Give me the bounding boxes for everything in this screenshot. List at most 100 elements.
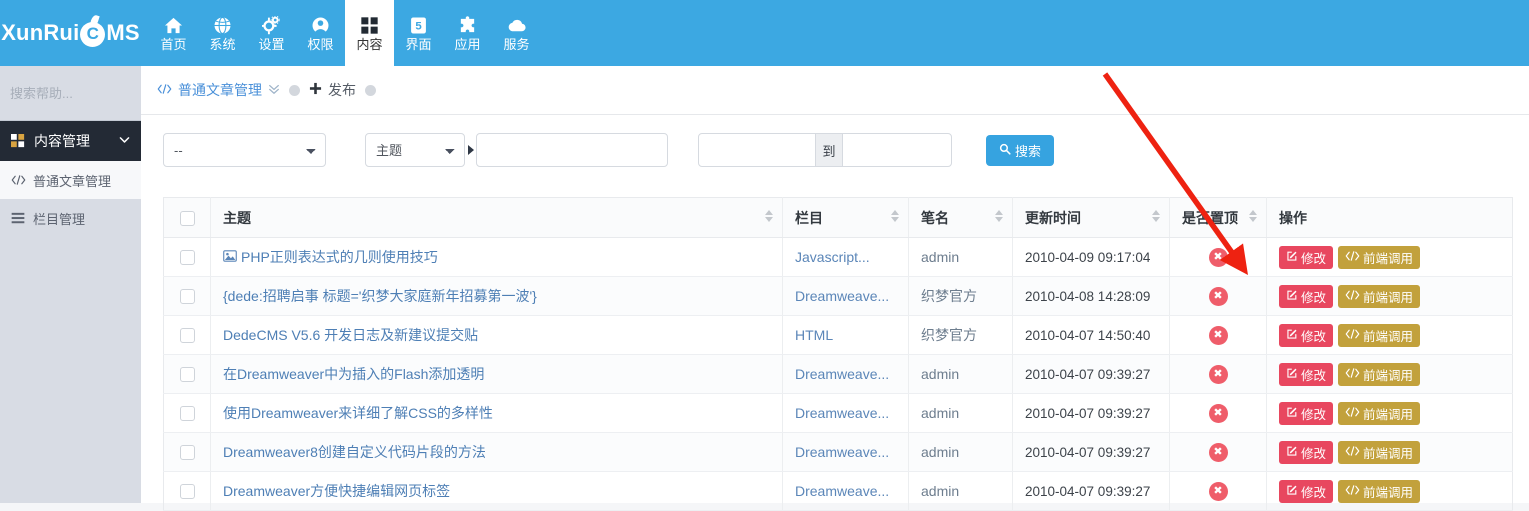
row-checkbox[interactable]	[179, 328, 195, 344]
article-title-link[interactable]: 在Dreamweaver中为插入的Flash添加透明	[223, 366, 484, 382]
front-call-button[interactable]: 前端调用	[1338, 245, 1421, 269]
front-call-button[interactable]: 前端调用	[1338, 323, 1421, 347]
row-checkbox[interactable]	[179, 406, 195, 422]
table-header-label: 是否置顶	[1182, 209, 1238, 226]
sort-icon[interactable]	[891, 210, 899, 222]
table-header-笔名[interactable]: 笔名	[908, 197, 1013, 238]
logo-text-post: MS	[106, 20, 140, 45]
article-title-link[interactable]: DedeCMS V5.6 开发日志及新建议提交贴	[223, 327, 478, 343]
nav-item-应用[interactable]: 应用	[443, 0, 492, 66]
table-header-栏目[interactable]: 栏目	[782, 197, 909, 238]
circle-x-icon[interactable]: ✖	[1208, 365, 1228, 384]
puzzle-icon	[458, 15, 477, 35]
row-checkbox[interactable]	[179, 289, 195, 305]
category-link[interactable]: Dreamweave...	[795, 483, 889, 499]
category-link[interactable]: Dreamweave...	[795, 288, 889, 304]
category-link[interactable]: HTML	[795, 327, 833, 343]
circle-x-icon[interactable]: ✖	[1208, 482, 1228, 501]
front-call-button[interactable]: 前端调用	[1338, 362, 1421, 386]
nav-item-设置[interactable]: 设置	[247, 0, 296, 66]
nav-item-首页[interactable]: 首页	[149, 0, 198, 66]
sidebar-item-栏目管理[interactable]: 栏目管理	[0, 199, 141, 237]
row-is-top-cell: ✖	[1169, 471, 1267, 511]
edit-button[interactable]: 修改	[1279, 245, 1334, 269]
sort-icon[interactable]	[765, 210, 773, 222]
article-title-link[interactable]: {dede:招聘启事 标题='织梦大家庭新年招募第一波'}	[223, 288, 537, 304]
circle-x-icon[interactable]: ✖	[1208, 248, 1228, 267]
front-call-button-label: 前端调用	[1363, 485, 1414, 500]
search-field-select[interactable]: 主题	[365, 133, 465, 167]
circle-x-icon[interactable]: ✖	[1208, 404, 1228, 423]
nav-item-服务[interactable]: 服务	[492, 0, 541, 66]
article-title-link[interactable]: Dreamweaver方便快捷编辑网页标签	[223, 483, 450, 499]
cloud-icon	[507, 15, 526, 35]
front-call-button[interactable]: 前端调用	[1338, 479, 1421, 503]
table-row: Dreamweaver方便快捷编辑网页标签 Dreamweave... admin 2…	[163, 471, 1513, 511]
article-title-link[interactable]: PHP正则表达式的几则使用技巧	[223, 249, 438, 265]
article-title-text: DedeCMS V5.6 开发日志及新建议提交贴	[223, 327, 479, 343]
category-link[interactable]: Dreamweave...	[795, 444, 889, 460]
grid-icon	[360, 15, 379, 35]
row-actions-cell: 修改 前端调用	[1266, 237, 1513, 277]
row-checkbox[interactable]	[179, 250, 195, 266]
front-call-button-label: 前端调用	[1363, 329, 1414, 344]
row-checkbox[interactable]	[179, 484, 195, 500]
front-call-button[interactable]: 前端调用	[1338, 401, 1421, 425]
keyword-input[interactable]	[476, 133, 668, 167]
circle-x-icon[interactable]: ✖	[1208, 326, 1228, 345]
search-button[interactable]: 搜索	[986, 134, 1055, 166]
breadcrumb-tab-publish[interactable]: 发布	[309, 80, 356, 100]
breadcrumb-tab-close-icon[interactable]	[289, 84, 300, 96]
row-is-top-cell: ✖	[1169, 315, 1267, 355]
row-checkbox[interactable]	[179, 445, 195, 461]
edit-button[interactable]: 修改	[1279, 440, 1334, 464]
date-to-input[interactable]	[842, 133, 952, 167]
table-header-主题[interactable]: 主题	[210, 197, 783, 238]
breadcrumb-publish-close-icon[interactable]	[365, 84, 376, 96]
category-link[interactable]: Dreamweave...	[795, 366, 889, 382]
edit-button[interactable]: 修改	[1279, 323, 1334, 347]
category-link[interactable]: Dreamweave...	[795, 405, 889, 421]
code-icon	[10, 174, 26, 186]
edit-button[interactable]: 修改	[1279, 362, 1334, 386]
sidebar-search[interactable]	[0, 66, 201, 121]
edit-button[interactable]: 修改	[1279, 401, 1334, 425]
article-title-link[interactable]: Dreamweaver8创建自定义代码片段的方法	[223, 444, 486, 460]
nav-item-内容[interactable]: 内容	[345, 0, 394, 66]
pencil-square-icon	[1286, 289, 1298, 304]
table-header-是否置顶[interactable]: 是否置顶	[1169, 197, 1267, 238]
edit-button[interactable]: 修改	[1279, 479, 1334, 503]
article-title-text: Dreamweaver方便快捷编辑网页标签	[223, 483, 451, 499]
nav-item-系统[interactable]: 系统	[198, 0, 247, 66]
article-title-text: 使用Dreamweaver来详细了解CSS的多样性	[223, 405, 493, 421]
nav-item-权限[interactable]: 权限	[296, 0, 345, 66]
sidebar-item-普通文章管理[interactable]: 普通文章管理	[0, 161, 141, 199]
edit-button[interactable]: 修改	[1279, 284, 1334, 308]
chevron-down-icon[interactable]	[118, 133, 131, 149]
nav-item-label: 服务	[503, 37, 530, 52]
breadcrumb-tab-article-management[interactable]: 普通文章管理	[157, 80, 280, 100]
table-head: 主题 栏目 笔名 更新时间 是否置顶 操作	[163, 197, 1513, 238]
article-title-link[interactable]: 使用Dreamweaver来详细了解CSS的多样性	[223, 405, 493, 421]
sort-icon[interactable]	[1152, 210, 1160, 222]
table-header-操作: 操作	[1266, 197, 1513, 238]
front-call-button[interactable]: 前端调用	[1338, 440, 1421, 464]
front-call-button[interactable]: 前端调用	[1338, 284, 1421, 308]
front-call-button-label: 前端调用	[1363, 446, 1414, 461]
sort-icon[interactable]	[995, 210, 1003, 222]
sidebar-group-content-management[interactable]: 内容管理	[0, 121, 153, 161]
circle-x-icon[interactable]: ✖	[1208, 443, 1228, 462]
category-select[interactable]: --	[163, 133, 326, 167]
circle-x-icon[interactable]: ✖	[1208, 287, 1228, 306]
app-logo[interactable]: XunRui C MS	[0, 0, 141, 66]
row-checkbox[interactable]	[179, 367, 195, 383]
sort-icon[interactable]	[1249, 210, 1257, 222]
chevron-double-down-icon[interactable]	[268, 83, 280, 98]
date-from-input[interactable]	[698, 133, 816, 167]
row-title-cell: DedeCMS V5.6 开发日志及新建议提交贴	[210, 315, 783, 355]
table-header-更新时间[interactable]: 更新时间	[1012, 197, 1170, 238]
category-link[interactable]: Javascript...	[795, 249, 870, 265]
nav-item-界面[interactable]: 5 界面	[394, 0, 443, 66]
select-all-checkbox[interactable]	[179, 210, 195, 226]
row-pen-name: admin	[908, 471, 1013, 511]
